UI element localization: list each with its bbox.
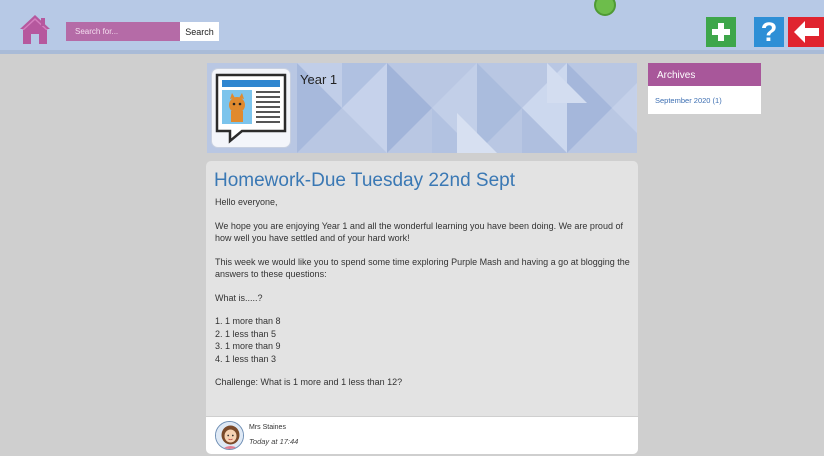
back-button[interactable]: [788, 17, 824, 47]
home-icon: [20, 15, 50, 44]
help-button[interactable]: ?: [754, 17, 784, 47]
post-paragraph: Hello everyone,: [215, 197, 278, 207]
help-icon: ?: [760, 16, 778, 47]
archives-header: Archives: [648, 63, 761, 86]
question-item: 1. 1 more than 8: [215, 316, 281, 326]
post-body: Hello everyone, We hope you are enjoying…: [215, 196, 633, 400]
post-paragraph: We hope you are enjoying Year 1 and all …: [215, 220, 623, 244]
top-bar-shadow: [0, 50, 824, 54]
post-paragraph: This week we would like you to spend som…: [215, 256, 630, 280]
back-arrow-icon: [794, 21, 819, 43]
post-title[interactable]: Homework-Due Tuesday 22nd Sept: [214, 170, 515, 192]
post-timestamp: Today at 17:44: [249, 437, 299, 446]
question-list: 1. 1 more than 8 2. 1 less than 5 3. 1 m…: [215, 315, 633, 365]
search-input[interactable]: [66, 22, 180, 41]
plus-icon: [712, 23, 730, 41]
blog-title: Year 1: [300, 72, 338, 87]
post-paragraph: What is.....?: [215, 292, 263, 303]
home-button[interactable]: [19, 14, 51, 45]
question-item: 4. 1 less than 3: [215, 353, 277, 364]
blog-thumbnail: [212, 69, 290, 147]
avatar[interactable]: [215, 421, 244, 450]
add-button[interactable]: [706, 17, 736, 47]
author-name[interactable]: Mrs Staines: [249, 424, 286, 431]
question-item: 2. 1 less than 5: [215, 328, 277, 339]
post-challenge: Challenge: What is 1 more and 1 less tha…: [215, 377, 403, 387]
post-footer: [206, 417, 638, 454]
archive-link-september-2020[interactable]: September 2020 (1): [655, 96, 722, 105]
news-article-icon: [215, 73, 287, 144]
search-button[interactable]: Search: [180, 22, 219, 41]
question-item: 3. 1 more than 9: [215, 341, 281, 351]
